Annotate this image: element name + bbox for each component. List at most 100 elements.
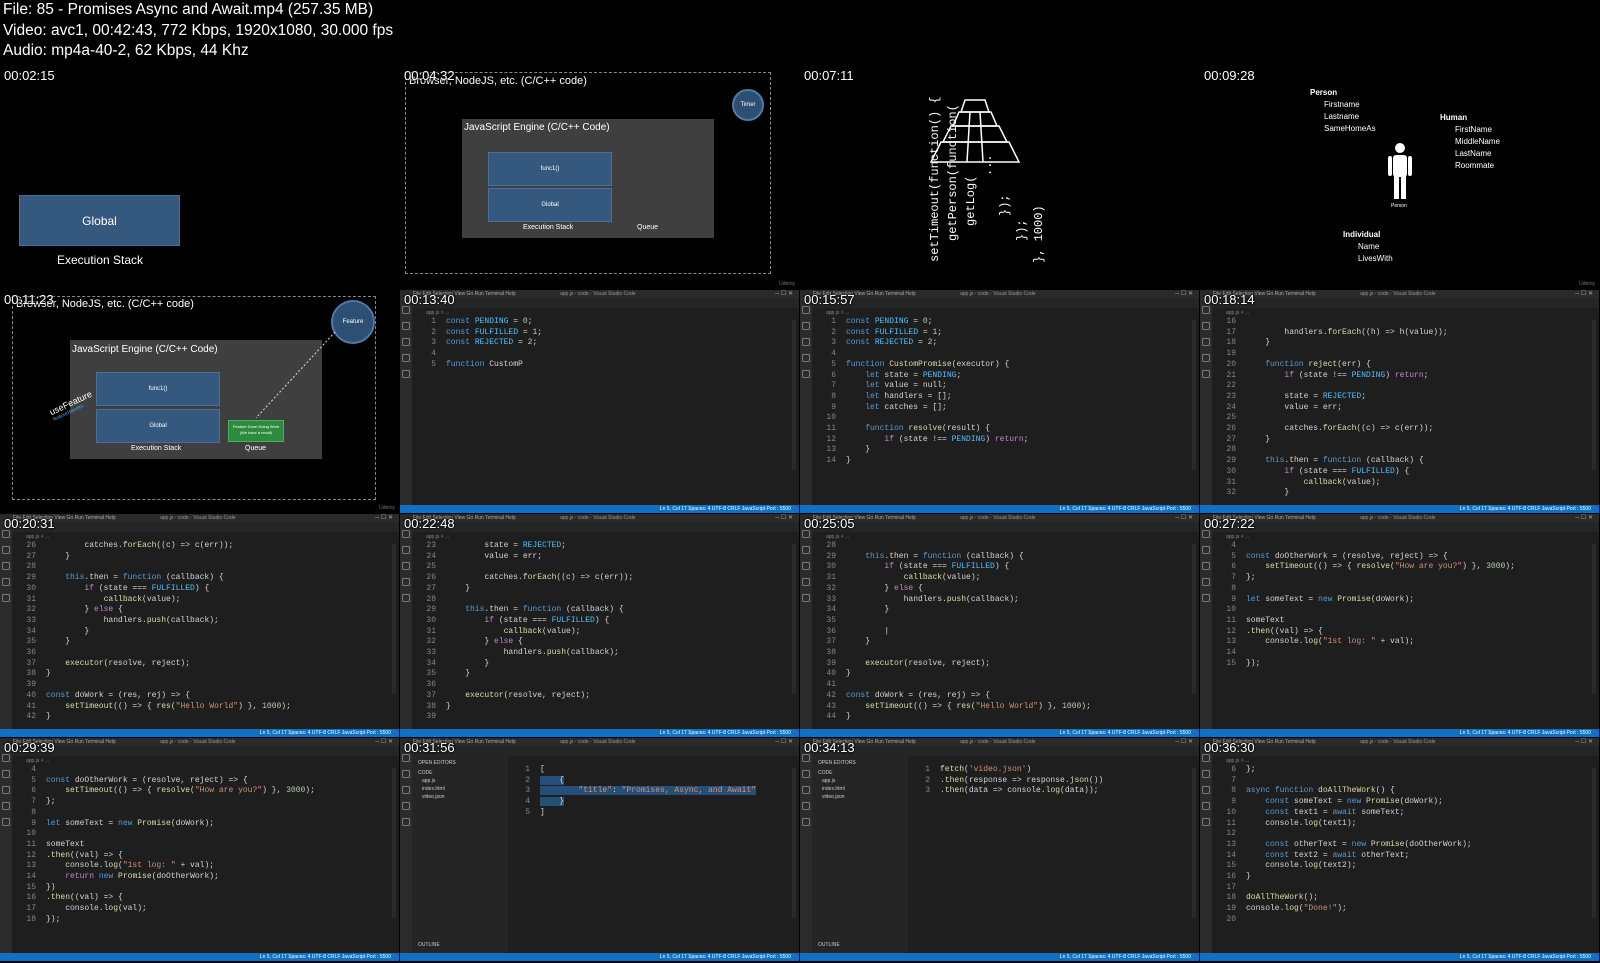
code-line[interactable]: 5]: [508, 808, 789, 819]
code-line[interactable]: 10 const text1 = await someText;: [1214, 808, 1589, 819]
activity-icon[interactable]: [402, 786, 410, 794]
code-line[interactable]: 2 const FULFILLED = 1;: [814, 328, 1189, 339]
code-line[interactable]: 32 } else {: [14, 605, 389, 616]
scrollbar[interactable]: [792, 544, 796, 694]
code-line[interactable]: 27 }: [1214, 435, 1589, 446]
code-line[interactable]: 33 handlers.push(callback);: [414, 648, 789, 659]
editor-tabs[interactable]: [812, 298, 1199, 308]
activity-icon[interactable]: [1202, 594, 1210, 602]
activity-icon[interactable]: [1202, 306, 1210, 314]
activity-icon[interactable]: [802, 562, 810, 570]
activity-icon[interactable]: [2, 754, 10, 762]
code-line[interactable]: 38}: [14, 669, 389, 680]
activity-icon[interactable]: [1202, 354, 1210, 362]
code-line[interactable]: 13 console.log("1st log: " + val);: [14, 861, 389, 872]
code-line[interactable]: 33 handlers.push(callback);: [14, 616, 389, 627]
code-line[interactable]: 5 const doOtherWork = (resolve, reject) =…: [1214, 552, 1589, 563]
code-line[interactable]: 12: [1214, 829, 1589, 840]
code-line[interactable]: 4 }: [508, 797, 789, 808]
code-line[interactable]: 9 let someText = new Promise(doWork);: [14, 819, 389, 830]
thumbnail-10[interactable]: File Edit Selection View Go Run Terminal…: [400, 514, 799, 737]
code-line[interactable]: 28: [14, 562, 389, 573]
activity-icon[interactable]: [802, 322, 810, 330]
window-controls[interactable]: ─ ☐ ✕: [1575, 738, 1593, 745]
code-line[interactable]: 13 const otherText = new Promise(doOther…: [1214, 840, 1589, 851]
code-line[interactable]: 23 state = REJECTED;: [1214, 392, 1589, 403]
activity-icon[interactable]: [1202, 754, 1210, 762]
file-item[interactable]: video.json: [422, 794, 445, 800]
thumbnail-1[interactable]: 00:02:15 Global Execution Stack: [0, 66, 399, 289]
window-controls[interactable]: ─ ☐ ✕: [375, 738, 393, 745]
code-line[interactable]: 12 if (state !== PENDING) return;: [814, 435, 1189, 446]
file-item[interactable]: video.json: [822, 794, 845, 800]
activity-icon[interactable]: [802, 306, 810, 314]
code-line[interactable]: 33 handlers.push(callback);: [814, 595, 1189, 606]
code-line[interactable]: 36: [414, 680, 789, 691]
code-line[interactable]: 20: [1214, 915, 1589, 926]
code-line[interactable]: 2 {: [508, 775, 789, 787]
code-line[interactable]: 5 function CustomP: [414, 360, 789, 371]
code-line[interactable]: 2 .then(response => response.json()): [908, 776, 1189, 787]
activity-icon[interactable]: [802, 370, 810, 378]
code-line[interactable]: 29 this.then = function (callback) {: [14, 573, 389, 584]
code-line[interactable]: 28: [414, 595, 789, 606]
code-line[interactable]: 43 setTimeout(() => { res("Hello World")…: [814, 702, 1189, 713]
thumbnail-5[interactable]: 00:11:23 Browser, NodeJS, etc. (C/C++ co…: [0, 290, 399, 513]
code-line[interactable]: 6 let state = PENDING;: [814, 371, 1189, 382]
code-line[interactable]: 41 setTimeout(() => { res("Hello World")…: [14, 702, 389, 713]
code-line[interactable]: 29 this.then = function (callback) {: [814, 552, 1189, 563]
code-line[interactable]: 35 }: [414, 669, 789, 680]
window-controls[interactable]: ─ ☐ ✕: [1175, 290, 1193, 297]
activity-icon[interactable]: [402, 338, 410, 346]
editor-tabs[interactable]: [412, 298, 799, 308]
code-line[interactable]: 7 let value = null;: [814, 381, 1189, 392]
window-controls[interactable]: ─ ☐ ✕: [1175, 514, 1193, 521]
code-line[interactable]: 30 if (state === FULFILLED) {: [1214, 467, 1589, 478]
code-line[interactable]: 18 }: [1214, 338, 1589, 349]
code-line[interactable]: 13 }: [814, 445, 1189, 456]
code-line[interactable]: 32 }: [1214, 488, 1589, 499]
thumbnail-15[interactable]: File Edit Selection View Go Run Terminal…: [800, 738, 1199, 961]
code-line[interactable]: 31 callback(value);: [414, 627, 789, 638]
code-line[interactable]: 32 } else {: [414, 637, 789, 648]
code-line[interactable]: 38: [814, 648, 1189, 659]
window-controls[interactable]: ─ ☐ ✕: [375, 514, 393, 521]
code-line[interactable]: 19: [1214, 349, 1589, 360]
window-controls[interactable]: ─ ☐ ✕: [1575, 514, 1593, 521]
code-line[interactable]: 1 const PENDING = 0;: [814, 317, 1189, 328]
code-line[interactable]: 3 "title": "Promises, Async, and Await": [508, 786, 789, 797]
code-line[interactable]: 34 }: [14, 627, 389, 638]
thumbnail-16[interactable]: File Edit Selection View Go Run Terminal…: [1200, 738, 1599, 961]
code-line[interactable]: 4: [1214, 541, 1589, 552]
code-line[interactable]: 7};: [1214, 573, 1589, 584]
code-line[interactable]: 17: [1214, 883, 1589, 894]
code-line[interactable]: 17 console.log(val);: [14, 904, 389, 915]
code-line[interactable]: 14: [1214, 648, 1589, 659]
code-line[interactable]: 14 return new Promise(doOtherWork);: [14, 872, 389, 883]
scrollbar[interactable]: [1192, 544, 1196, 694]
activity-icon[interactable]: [802, 754, 810, 762]
code-line[interactable]: 10: [1214, 605, 1589, 616]
editor-tabs[interactable]: [1212, 522, 1599, 532]
code-line[interactable]: 19 console.log("Done!");: [1214, 904, 1589, 915]
code-line[interactable]: 5 function CustomPromise(executor) {: [814, 360, 1189, 371]
activity-icon[interactable]: [802, 530, 810, 538]
code-line[interactable]: 1 const PENDING = 0;: [414, 317, 789, 328]
activity-icon[interactable]: [402, 770, 410, 778]
activity-icon[interactable]: [1202, 786, 1210, 794]
thumbnail-4[interactable]: 00:09:28 Person Firstname Lastname SameH…: [1200, 66, 1599, 289]
code-line[interactable]: 9 let catches = [];: [814, 403, 1189, 414]
activity-icon[interactable]: [802, 546, 810, 554]
code-line[interactable]: 11 someText: [1214, 616, 1589, 627]
code-line[interactable]: 1 fetch('video.json'): [908, 765, 1189, 776]
editor-tabs[interactable]: [12, 522, 399, 532]
code-line[interactable]: 20 function reject(err) {: [1214, 360, 1589, 371]
code-line[interactable]: 40}: [814, 669, 1189, 680]
code-line[interactable]: 24 value = err;: [1214, 403, 1589, 414]
activity-icon[interactable]: [402, 370, 410, 378]
code-line[interactable]: 27 }: [414, 584, 789, 595]
code-line[interactable]: 4: [14, 765, 389, 776]
code-line[interactable]: 21 if (state !== PENDING) return;: [1214, 371, 1589, 382]
code-line[interactable]: 28: [1214, 445, 1589, 456]
code-line[interactable]: 5 const doOtherWork = (resolve, reject) =…: [14, 776, 389, 787]
